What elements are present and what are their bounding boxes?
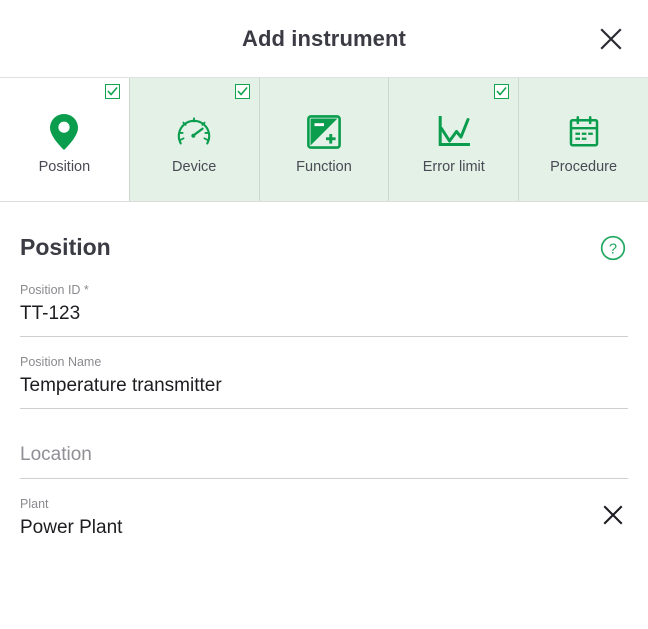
tab-procedure-label: Procedure xyxy=(550,158,618,175)
function-icon xyxy=(307,110,341,154)
question-mark-circle-icon: ? xyxy=(600,235,626,261)
svg-text:?: ? xyxy=(609,241,617,257)
tab-device-label: Device xyxy=(172,158,217,175)
tab-function[interactable]: Function xyxy=(259,78,390,201)
tab-error-limit-checkbox[interactable] xyxy=(494,84,510,99)
tab-device-checkbox[interactable] xyxy=(234,84,250,99)
close-icon xyxy=(602,504,624,526)
field-position-name-label: Position Name xyxy=(20,355,102,369)
tab-device[interactable]: Device xyxy=(129,78,260,201)
tab-procedure[interactable]: Procedure xyxy=(519,78,648,201)
map-pin-icon xyxy=(47,110,81,154)
field-position-name[interactable]: Position Name Temperature transmitter xyxy=(20,337,628,409)
field-position-id-value[interactable]: TT-123 xyxy=(20,301,628,327)
close-button[interactable] xyxy=(594,22,628,56)
add-instrument-dialog: Add instrument Position Device Function … xyxy=(0,0,648,629)
tab-error-limit[interactable]: Error limit xyxy=(389,78,520,201)
clear-plant-button[interactable] xyxy=(598,500,628,530)
tab-position-checkbox[interactable] xyxy=(104,84,120,99)
dialog-header: Add instrument xyxy=(0,0,648,78)
field-plant-value[interactable]: Power Plant xyxy=(20,515,628,541)
page-title: Position xyxy=(20,234,111,260)
line-chart-icon xyxy=(437,110,471,154)
field-plant-label: Plant xyxy=(20,497,49,511)
dialog-title: Add instrument xyxy=(242,25,406,51)
field-position-id-label: Position ID * xyxy=(20,283,89,297)
gauge-icon xyxy=(175,110,213,154)
field-position-name-value[interactable]: Temperature transmitter xyxy=(20,373,628,399)
wizard-tabs: Position Device Function Error limit Pro… xyxy=(0,78,648,202)
tab-error-limit-label: Error limit xyxy=(422,158,485,175)
field-location[interactable]: Location xyxy=(20,409,628,479)
position-form: Position ? Position ID * TT-123 Position… xyxy=(0,202,648,629)
tab-function-label: Function xyxy=(296,158,352,175)
tab-position-label: Position xyxy=(38,158,91,175)
help-button[interactable]: ? xyxy=(600,235,626,261)
field-position-id[interactable]: Position ID * TT-123 xyxy=(20,265,628,337)
tab-position[interactable]: Position xyxy=(0,78,130,201)
calendar-icon xyxy=(567,110,601,154)
field-plant[interactable]: Plant Power Plant xyxy=(20,479,628,550)
section-header: Position ? xyxy=(20,202,628,265)
field-location-placeholder[interactable]: Location xyxy=(20,427,628,469)
close-icon xyxy=(599,27,623,51)
